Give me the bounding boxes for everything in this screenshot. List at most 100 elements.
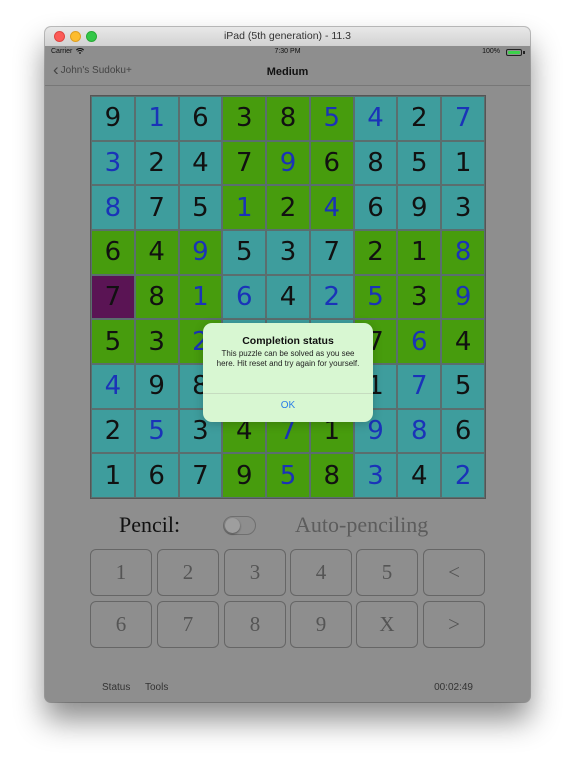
pencil-controls: Pencil: Auto-penciling	[45, 510, 530, 540]
grid-cell[interactable]: 9	[266, 140, 310, 186]
grid-cell[interactable]: 2	[353, 230, 398, 275]
grid-cell[interactable]: 7	[309, 230, 354, 275]
navigation-bar: ‹ John's Sudoku+ Medium	[45, 59, 530, 86]
alert-message: This puzzle can be solved as you see her…	[216, 349, 360, 368]
grid-cell[interactable]: 7	[178, 453, 223, 498]
keypad-key[interactable]: <	[423, 549, 485, 596]
keypad-key[interactable]: 1	[90, 549, 152, 596]
grid-cell[interactable]: 5	[178, 185, 223, 230]
grid-cell[interactable]: 9	[441, 274, 485, 320]
grid-cell[interactable]: 6	[178, 96, 223, 141]
grid-cell[interactable]: 6	[353, 185, 398, 230]
tools-button[interactable]: Tools	[145, 682, 168, 693]
grid-cell[interactable]: 3	[397, 274, 442, 320]
grid-cell[interactable]: 1	[397, 230, 442, 275]
grid-cell[interactable]: 8	[266, 96, 310, 141]
ok-button[interactable]: OK	[203, 400, 373, 411]
grid-cell[interactable]: 9	[222, 453, 267, 498]
grid-cell[interactable]: 5	[266, 453, 310, 498]
grid-cell[interactable]: 8	[397, 408, 442, 454]
grid-cell[interactable]: 3	[266, 230, 310, 275]
grid-cell[interactable]: 1	[441, 140, 485, 186]
grid-cell[interactable]: 3	[222, 96, 267, 141]
grid-cell[interactable]: 7	[397, 364, 442, 409]
grid-cell[interactable]: 6	[397, 319, 442, 364]
alert-divider	[203, 393, 373, 394]
pencil-label: Pencil:	[119, 512, 181, 537]
grid-cell[interactable]: 2	[309, 274, 354, 320]
toggle-knob	[225, 518, 240, 533]
battery-tip	[523, 51, 525, 54]
grid-cell[interactable]: 9	[397, 185, 442, 230]
simulator-window: iPad (5th generation) - 11.3 Carrier 7:3…	[45, 27, 530, 702]
alert-title: Completion status	[242, 335, 334, 347]
keypad-key[interactable]: 2	[157, 549, 219, 596]
grid-cell[interactable]: 4	[397, 453, 442, 498]
keypad-key[interactable]: 3	[224, 549, 286, 596]
grid-cell[interactable]: 5	[134, 408, 179, 454]
grid-cell[interactable]: 4	[353, 96, 398, 141]
grid-cell[interactable]: 4	[266, 274, 310, 320]
grid-cell[interactable]: 1	[91, 453, 135, 498]
keypad-key[interactable]: 4	[290, 549, 352, 596]
grid-cell[interactable]: 7	[134, 185, 179, 230]
keypad-key[interactable]: 9	[290, 601, 352, 648]
keypad-key[interactable]: 8	[224, 601, 286, 648]
grid-cell[interactable]: 1	[178, 274, 223, 320]
grid-cell[interactable]: 7	[441, 96, 485, 141]
grid-cell[interactable]: 6	[222, 274, 267, 320]
grid-cell[interactable]: 4	[134, 230, 179, 275]
keypad-key[interactable]: X	[356, 601, 418, 648]
bottom-toolbar: Status Tools 00:02:49	[45, 676, 530, 702]
grid-cell[interactable]: 5	[91, 319, 135, 364]
keypad-key[interactable]: 5	[356, 549, 418, 596]
grid-cell[interactable]: 9	[178, 230, 223, 275]
grid-cell[interactable]: 2	[91, 408, 135, 454]
grid-cell[interactable]: 5	[353, 274, 398, 320]
grid-cell[interactable]: 2	[134, 140, 179, 186]
grid-cell[interactable]: 4	[309, 185, 354, 230]
page-title: Medium	[266, 66, 309, 78]
grid-cell[interactable]: 1	[222, 185, 267, 230]
battery-percent: 100%	[482, 48, 500, 55]
grid-cell[interactable]: 5	[222, 230, 267, 275]
grid-cell[interactable]: 7	[222, 140, 267, 186]
status-time: 7:30 PM	[274, 48, 301, 55]
grid-cell[interactable]: 2	[266, 185, 310, 230]
grid-cell[interactable]: 7	[91, 274, 135, 320]
grid-cell[interactable]: 4	[91, 364, 135, 409]
grid-cell[interactable]: 9	[91, 96, 135, 141]
grid-cell[interactable]: 8	[309, 453, 354, 498]
grid-cell[interactable]: 6	[309, 140, 354, 186]
grid-cell[interactable]: 5	[309, 96, 354, 141]
keypad-key[interactable]: 6	[90, 601, 152, 648]
keypad-key[interactable]: 7	[157, 601, 219, 648]
status-button[interactable]: Status	[102, 682, 130, 693]
grid-cell[interactable]: 6	[441, 408, 485, 454]
grid-cell[interactable]: 2	[397, 96, 442, 141]
grid-cell[interactable]: 8	[441, 230, 485, 275]
ios-status-bar: Carrier 7:30 PM 100%	[45, 46, 530, 59]
grid-cell[interactable]: 9	[134, 364, 179, 409]
sudoku-grid: 9163854273247968518751246936495372187816…	[90, 95, 486, 499]
grid-cell[interactable]: 5	[397, 140, 442, 186]
grid-cell[interactable]: 8	[91, 185, 135, 230]
grid-cell[interactable]: 3	[441, 185, 485, 230]
pencil-toggle[interactable]	[223, 516, 256, 535]
grid-cell[interactable]: 1	[134, 96, 179, 141]
keypad-key[interactable]: >	[423, 601, 485, 648]
grid-cell[interactable]: 4	[441, 319, 485, 364]
grid-cell[interactable]: 4	[178, 140, 223, 186]
auto-penciling-button[interactable]: Auto-penciling	[295, 512, 428, 538]
number-keypad: 1 2 3 4 5 <6 7 8 9 X >	[90, 549, 486, 650]
grid-cell[interactable]: 3	[134, 319, 179, 364]
grid-cell[interactable]: 6	[91, 230, 135, 275]
grid-cell[interactable]: 3	[91, 140, 135, 186]
grid-cell[interactable]: 3	[353, 453, 398, 498]
grid-cell[interactable]: 2	[441, 453, 485, 498]
grid-cell[interactable]: 8	[134, 274, 179, 320]
grid-cell[interactable]: 8	[353, 140, 398, 186]
grid-cell[interactable]: 5	[441, 364, 485, 409]
completion-alert: Completion status This puzzle can be sol…	[203, 323, 373, 422]
grid-cell[interactable]: 6	[134, 453, 179, 498]
